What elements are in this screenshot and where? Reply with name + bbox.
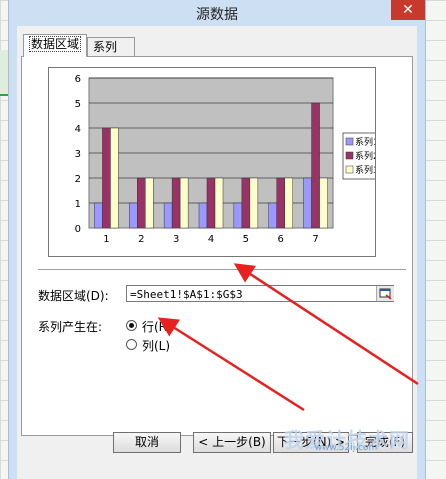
tab-data-range-label: 数据区域 [29, 36, 82, 52]
annotation-arrow-data-range [233, 263, 419, 386]
tab-data-range[interactable]: 数据区域 [23, 34, 87, 57]
annotation-arrow-columns [157, 317, 305, 412]
watermark-url: www.52ij.com [314, 443, 378, 453]
annotation-overlay [157, 263, 419, 412]
